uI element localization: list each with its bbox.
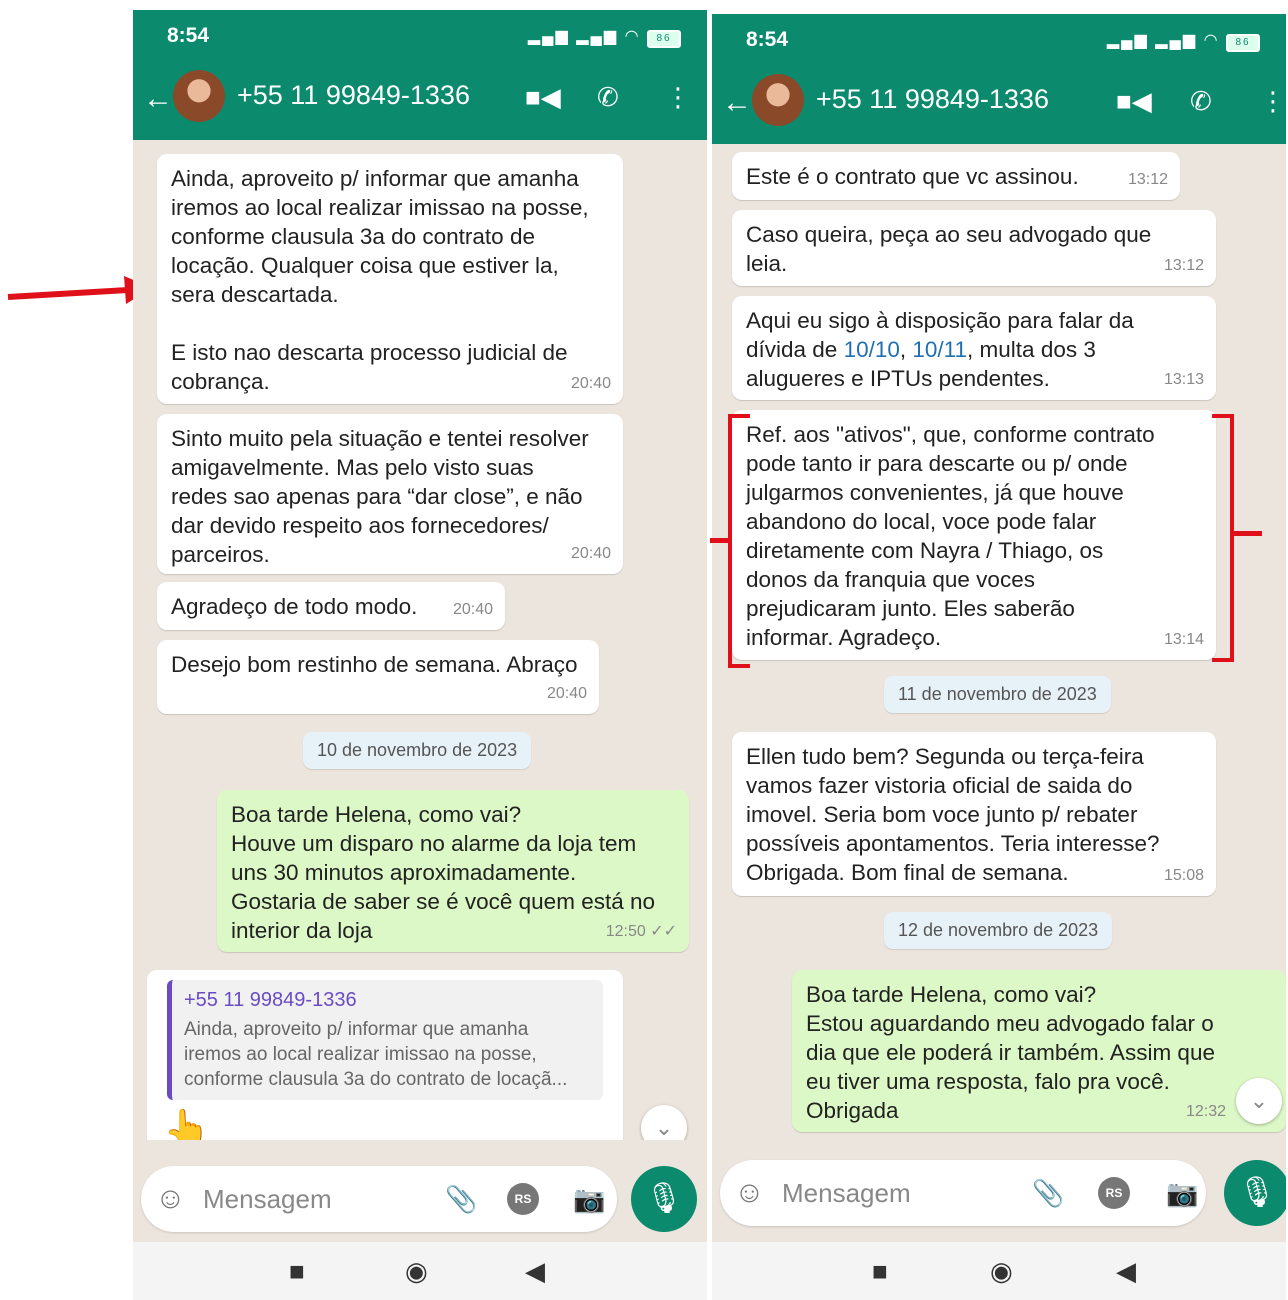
back-nav-icon[interactable]: ◀ — [525, 1256, 545, 1287]
signal-wifi-icon: ▂▄▆ ▂▄▆ ◠ 86 — [528, 26, 681, 48]
status-time: 8:54 — [746, 28, 789, 51]
message-bubble[interactable]: Agradeço de todo modo. 20:40 — [157, 582, 505, 630]
home-icon[interactable]: ◉ — [405, 1256, 428, 1287]
scroll-down-icon[interactable]: ⌄ — [1236, 1078, 1282, 1124]
quoted-message[interactable]: +55 11 99849-1336 Ainda, aproveito p/ in… — [167, 980, 603, 1100]
battery-icon: 86 — [647, 30, 681, 48]
status-bar: 8:54 ▂▄▆ ▂▄▆ ◠ 86 — [133, 10, 707, 62]
avatar[interactable] — [752, 74, 804, 126]
chat-header: ← +55 11 99849-1336 ■◀ ✆ ⋮ — [133, 62, 707, 140]
camera-icon[interactable]: 📷 — [1166, 1178, 1198, 1209]
message-bubble[interactable]: Sinto muito pela situação e tentei resol… — [157, 414, 623, 574]
chat-area[interactable]: Este é o contrato que vc assinou. 13:12 … — [712, 144, 1286, 1140]
chat-header: ← +55 11 99849-1336 ■◀ ✆ ⋮ — [712, 66, 1286, 144]
emoji-icon[interactable]: ☺ — [155, 1182, 186, 1216]
message-time: 20:40 — [452, 601, 493, 618]
status-time: 8:54 — [167, 24, 210, 47]
annotation-bracket-right — [1212, 414, 1234, 662]
message-time: 20:40 — [546, 685, 587, 702]
quoted-sender: +55 11 99849-1336 — [184, 989, 357, 1011]
more-options-icon[interactable]: ⋮ — [1260, 86, 1286, 117]
chat-area[interactable]: Ainda, aproveito p/ informar que amanha … — [133, 140, 707, 1140]
recents-icon[interactable]: ■ — [872, 1256, 888, 1287]
back-nav-icon[interactable]: ◀ — [1116, 1256, 1136, 1287]
camera-icon[interactable]: 📷 — [573, 1184, 605, 1215]
video-call-icon[interactable]: ■◀ — [525, 82, 561, 113]
message-time: 13:12 — [1163, 257, 1204, 274]
battery-icon: 86 — [1226, 34, 1260, 52]
date-divider: 10 de novembro de 2023 — [303, 732, 532, 769]
message-bubble[interactable]: Aqui eu sigo à disposição para falar da … — [732, 296, 1216, 400]
video-call-icon[interactable]: ■◀ — [1116, 86, 1152, 117]
message-time: 13:12 — [1127, 171, 1168, 188]
annotation-bracket-left — [728, 414, 750, 668]
message-time: 13:14 — [1163, 631, 1204, 648]
mic-button[interactable]: 🎙 — [631, 1166, 697, 1232]
annotation-bracket-tick — [710, 538, 730, 543]
emoji-icon[interactable]: ☺ — [734, 1176, 765, 1210]
message-text: Este é o contrato que vc assinou. — [746, 164, 1079, 189]
message-time: 12:32 — [1185, 1103, 1226, 1120]
payment-rs-icon[interactable]: RS — [507, 1183, 539, 1215]
more-options-icon[interactable]: ⋮ — [665, 82, 691, 113]
contact-name[interactable]: +55 11 99849-1336 — [816, 84, 1049, 115]
system-nav-bar: ■ ◉ ◀ — [133, 1242, 707, 1300]
message-text: Ainda, aproveito p/ informar que amanha … — [171, 166, 589, 394]
quoted-text: Ainda, aproveito p/ informar que amanha … — [184, 1019, 568, 1090]
message-bubble[interactable]: Este é o contrato que vc assinou. 13:12 — [732, 152, 1180, 200]
scroll-down-icon[interactable]: ⌄ — [641, 1105, 687, 1140]
signal-wifi-icon: ▂▄▆ ▂▄▆ ◠ 86 — [1107, 30, 1260, 52]
pointing-hand-emoji-icon: 👆 — [163, 1109, 211, 1140]
payment-rs-icon[interactable]: RS — [1098, 1177, 1130, 1209]
message-time: 20:40 — [570, 375, 611, 392]
message-text: Sinto muito pela situação e tentei resol… — [171, 426, 589, 567]
message-input[interactable]: Mensagem — [203, 1184, 332, 1215]
phone-call-icon[interactable]: ✆ — [1190, 86, 1212, 117]
message-bubble[interactable]: Ref. aos "ativos", que, conforme contrat… — [732, 410, 1216, 660]
message-input-bar[interactable]: ☺ Mensagem 📎 RS 📷 — [141, 1166, 617, 1232]
message-text: Aqui eu sigo à disposição para falar da … — [746, 306, 1202, 393]
message-time: 12:50 ✓✓ — [605, 923, 677, 940]
message-text: Ref. aos "ativos", que, conforme contrat… — [746, 422, 1155, 650]
message-bubble[interactable]: Ainda, aproveito p/ informar que amanha … — [157, 154, 623, 404]
back-arrow-icon[interactable]: ← — [722, 86, 752, 120]
date-divider: 11 de novembro de 2023 — [884, 676, 1111, 713]
outgoing-message-bubble[interactable]: Boa tarde Helena, como vai? Estou aguard… — [792, 970, 1286, 1132]
outgoing-message-bubble[interactable]: Boa tarde Helena, como vai? Houve um dis… — [217, 790, 689, 952]
message-time: 20:40 — [570, 545, 611, 562]
home-icon[interactable]: ◉ — [990, 1256, 1013, 1287]
message-bubble[interactable]: Ellen tudo bem? Segunda ou terça-feira v… — [732, 732, 1216, 896]
mic-button[interactable]: 🎙 — [1224, 1160, 1286, 1226]
message-text: Caso queira, peça ao seu advogado que le… — [746, 222, 1152, 276]
message-text: Desejo bom restinho de semana. Abraço — [171, 652, 578, 677]
phone-screen-right: 8:54 ▂▄▆ ▂▄▆ ◠ 86 ← +55 11 99849-1336 ■◀… — [712, 14, 1286, 1300]
avatar[interactable] — [173, 70, 225, 122]
message-input-bar[interactable]: ☺ Mensagem 📎 RS 📷 — [720, 1160, 1206, 1226]
message-time: 15:08 — [1163, 867, 1204, 884]
attach-icon[interactable]: 📎 — [445, 1184, 477, 1215]
message-text-part: , — [899, 337, 913, 362]
message-text: Ellen tudo bem? Segunda ou terça-feira v… — [746, 744, 1160, 885]
message-bubble[interactable]: Caso queira, peça ao seu advogado que le… — [732, 210, 1216, 286]
annotation-bracket-tick — [1234, 531, 1262, 536]
reply-message-bubble[interactable]: +55 11 99849-1336 Ainda, aproveito p/ in… — [147, 970, 623, 1140]
phone-call-icon[interactable]: ✆ — [597, 82, 619, 113]
system-nav-bar: ■ ◉ ◀ — [712, 1242, 1286, 1300]
message-input[interactable]: Mensagem — [782, 1178, 911, 1209]
message-time: 13:13 — [1163, 371, 1204, 388]
recents-icon[interactable]: ■ — [289, 1256, 305, 1287]
attach-icon[interactable]: 📎 — [1032, 1178, 1064, 1209]
date-link[interactable]: 10/11 — [912, 337, 967, 362]
date-link[interactable]: 10/10 — [844, 337, 900, 362]
status-bar: 8:54 ▂▄▆ ▂▄▆ ◠ 86 — [712, 14, 1286, 66]
contact-name[interactable]: +55 11 99849-1336 — [237, 80, 470, 111]
phone-screen-left: 8:54 ▂▄▆ ▂▄▆ ◠ 86 ← +55 11 99849-1336 ■◀… — [133, 10, 707, 1300]
back-arrow-icon[interactable]: ← — [143, 82, 173, 116]
message-text: Agradeço de todo modo. — [171, 594, 418, 619]
message-bubble[interactable]: Desejo bom restinho de semana. Abraço 20… — [157, 640, 599, 714]
date-divider: 12 de novembro de 2023 — [884, 912, 1113, 949]
